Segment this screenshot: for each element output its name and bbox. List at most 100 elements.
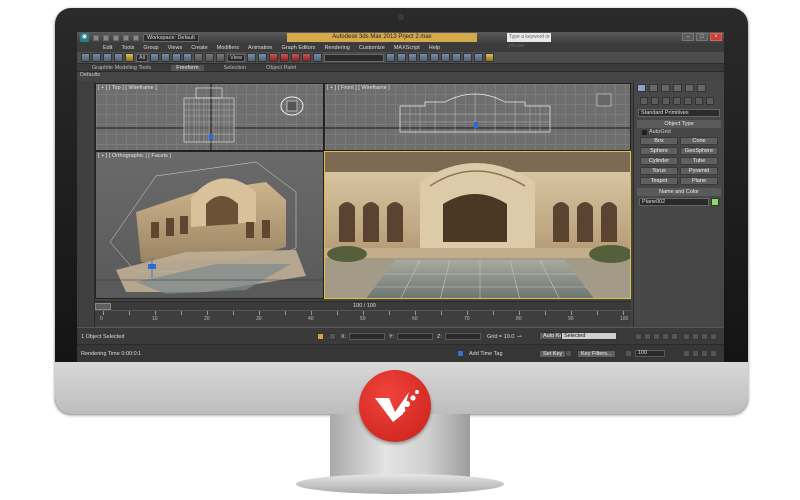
named-selection-dropdown[interactable] xyxy=(323,53,384,62)
menu-animation[interactable]: Animation xyxy=(248,45,272,51)
autogrid-checkbox[interactable]: AutoGrid xyxy=(642,129,716,135)
schematic-view-icon[interactable] xyxy=(440,53,450,62)
reference-coordinate-dropdown[interactable]: View xyxy=(227,53,245,62)
time-slider[interactable]: 100 / 100 xyxy=(95,301,631,310)
menu-customize[interactable]: Customize xyxy=(359,45,385,51)
redo-icon[interactable] xyxy=(133,34,139,41)
maximize-toggle-icon[interactable] xyxy=(710,350,717,357)
selection-filter-dropdown[interactable]: All xyxy=(136,53,149,62)
cameras-icon[interactable] xyxy=(673,97,681,105)
menu-rendering[interactable]: Rendering xyxy=(324,45,349,51)
snap-toggle-icon[interactable] xyxy=(268,53,278,62)
viewport-camera-render[interactable] xyxy=(324,151,631,299)
time-slider-thumb[interactable] xyxy=(95,303,111,310)
modify-tab-icon[interactable] xyxy=(649,84,658,92)
menu-group[interactable]: Group xyxy=(143,45,158,51)
utilities-tab-icon[interactable] xyxy=(697,84,706,92)
object-name-field[interactable]: Plane002 xyxy=(639,198,709,206)
pyramid-button[interactable]: Pyramid xyxy=(680,167,718,175)
tube-button[interactable]: Tube xyxy=(680,157,718,165)
zoom-icon[interactable] xyxy=(683,333,690,340)
rotate-icon[interactable] xyxy=(205,53,215,62)
time-config-icon[interactable] xyxy=(625,350,632,357)
menu-graph-editors[interactable]: Graph Editors xyxy=(282,45,316,51)
current-frame-field[interactable]: 100 xyxy=(635,350,665,357)
set-key-button[interactable]: Set Key xyxy=(539,350,567,358)
shapes-icon[interactable] xyxy=(651,97,659,105)
time-tag-icon[interactable] xyxy=(457,350,464,357)
save-icon[interactable] xyxy=(113,34,119,41)
ribbon-tab-selection[interactable]: Selection xyxy=(224,65,247,71)
primitive-type-dropdown[interactable]: Standard Primitives xyxy=(638,109,720,117)
object-type-rollout[interactable]: Object Type xyxy=(637,120,721,128)
viewport-ortho-label[interactable]: [ + ] [ Orthographic ] [ Facets ] xyxy=(98,153,171,159)
new-file-icon[interactable] xyxy=(93,34,99,41)
ribbon-tab-object-paint[interactable]: Object Paint xyxy=(266,65,296,71)
maximize-viewport-icon[interactable] xyxy=(710,333,717,340)
move-icon[interactable] xyxy=(194,53,204,62)
absolute-mode-icon[interactable] xyxy=(329,333,336,340)
key-mode-dropdown[interactable]: Selected xyxy=(561,332,617,340)
render-setup-icon[interactable] xyxy=(462,53,472,62)
percent-snap-icon[interactable] xyxy=(290,53,300,62)
previous-frame-icon[interactable] xyxy=(644,333,651,340)
box-button[interactable]: Box xyxy=(640,137,678,145)
zoom-all-icon[interactable] xyxy=(692,333,699,340)
cylinder-button[interactable]: Cylinder xyxy=(640,157,678,165)
set-key-icon[interactable] xyxy=(565,350,572,357)
redo-icon[interactable] xyxy=(92,53,101,62)
undo-icon[interactable] xyxy=(81,53,90,62)
open-file-icon[interactable] xyxy=(103,34,109,41)
undo-icon[interactable] xyxy=(123,34,129,41)
key-filters-button[interactable]: Key Filters... xyxy=(577,350,616,358)
plane-button[interactable]: Plane xyxy=(680,177,718,185)
viewport-top-label[interactable]: [ + ] [ Top ] [ Wireframe ] xyxy=(98,85,157,91)
hierarchy-tab-icon[interactable] xyxy=(661,84,670,92)
y-coordinate-field[interactable] xyxy=(397,333,433,340)
bind-space-warp-icon[interactable] xyxy=(125,53,134,62)
menu-views[interactable]: Views xyxy=(168,45,183,51)
z-coordinate-field[interactable] xyxy=(445,333,481,340)
render-production-icon[interactable] xyxy=(484,53,494,62)
curve-editor-icon[interactable] xyxy=(429,53,439,62)
motion-tab-icon[interactable] xyxy=(673,84,682,92)
play-icon[interactable] xyxy=(653,333,660,340)
search-input[interactable]: Type a keyword or phrase xyxy=(507,33,551,49)
create-tab-icon[interactable] xyxy=(637,84,646,92)
field-of-view-icon[interactable] xyxy=(701,350,708,357)
geometry-icon[interactable] xyxy=(640,97,648,105)
graphite-toggle-icon[interactable] xyxy=(418,53,428,62)
select-manipulate-icon[interactable] xyxy=(257,53,267,62)
scale-icon[interactable] xyxy=(216,53,226,62)
menu-create[interactable]: Create xyxy=(191,45,208,51)
menu-help[interactable]: Help xyxy=(429,45,440,51)
x-coordinate-field[interactable] xyxy=(349,333,385,340)
menu-modifiers[interactable]: Modifiers xyxy=(217,45,239,51)
menu-edit[interactable]: Edit xyxy=(103,45,112,51)
systems-icon[interactable] xyxy=(706,97,714,105)
rendered-frame-window-icon[interactable] xyxy=(473,53,483,62)
next-frame-icon[interactable] xyxy=(662,333,669,340)
spinner-snap-icon[interactable] xyxy=(301,53,311,62)
go-to-end-icon[interactable] xyxy=(671,333,678,340)
lock-selection-icon[interactable] xyxy=(317,333,324,340)
viewport-orthographic[interactable]: [ + ] [ Orthographic ] [ Facets ] xyxy=(95,151,324,299)
close-button[interactable]: × xyxy=(710,33,722,41)
zoom-extents-icon[interactable] xyxy=(701,333,708,340)
ribbon-tab-graphite[interactable]: Graphite Modeling Tools xyxy=(92,65,151,71)
edit-named-selection-icon[interactable] xyxy=(312,53,322,62)
material-editor-icon[interactable] xyxy=(451,53,461,62)
geosphere-button[interactable]: GeoSphere xyxy=(680,147,718,155)
select-by-name-icon[interactable] xyxy=(161,53,171,62)
rectangle-selection-icon[interactable] xyxy=(172,53,182,62)
add-time-tag[interactable]: Add Time Tag xyxy=(469,350,503,358)
ribbon-tab-freeform[interactable]: Freeform xyxy=(171,64,204,71)
viewport-front-label[interactable]: [ + ] [ Front ] [ Wireframe ] xyxy=(327,85,390,91)
space-warps-icon[interactable] xyxy=(695,97,703,105)
minimize-button[interactable]: – xyxy=(682,33,694,41)
display-tab-icon[interactable] xyxy=(685,84,694,92)
unlink-icon[interactable] xyxy=(114,53,123,62)
cone-button[interactable]: Cone xyxy=(680,137,718,145)
pivot-center-icon[interactable] xyxy=(246,53,256,62)
link-icon[interactable] xyxy=(103,53,112,62)
